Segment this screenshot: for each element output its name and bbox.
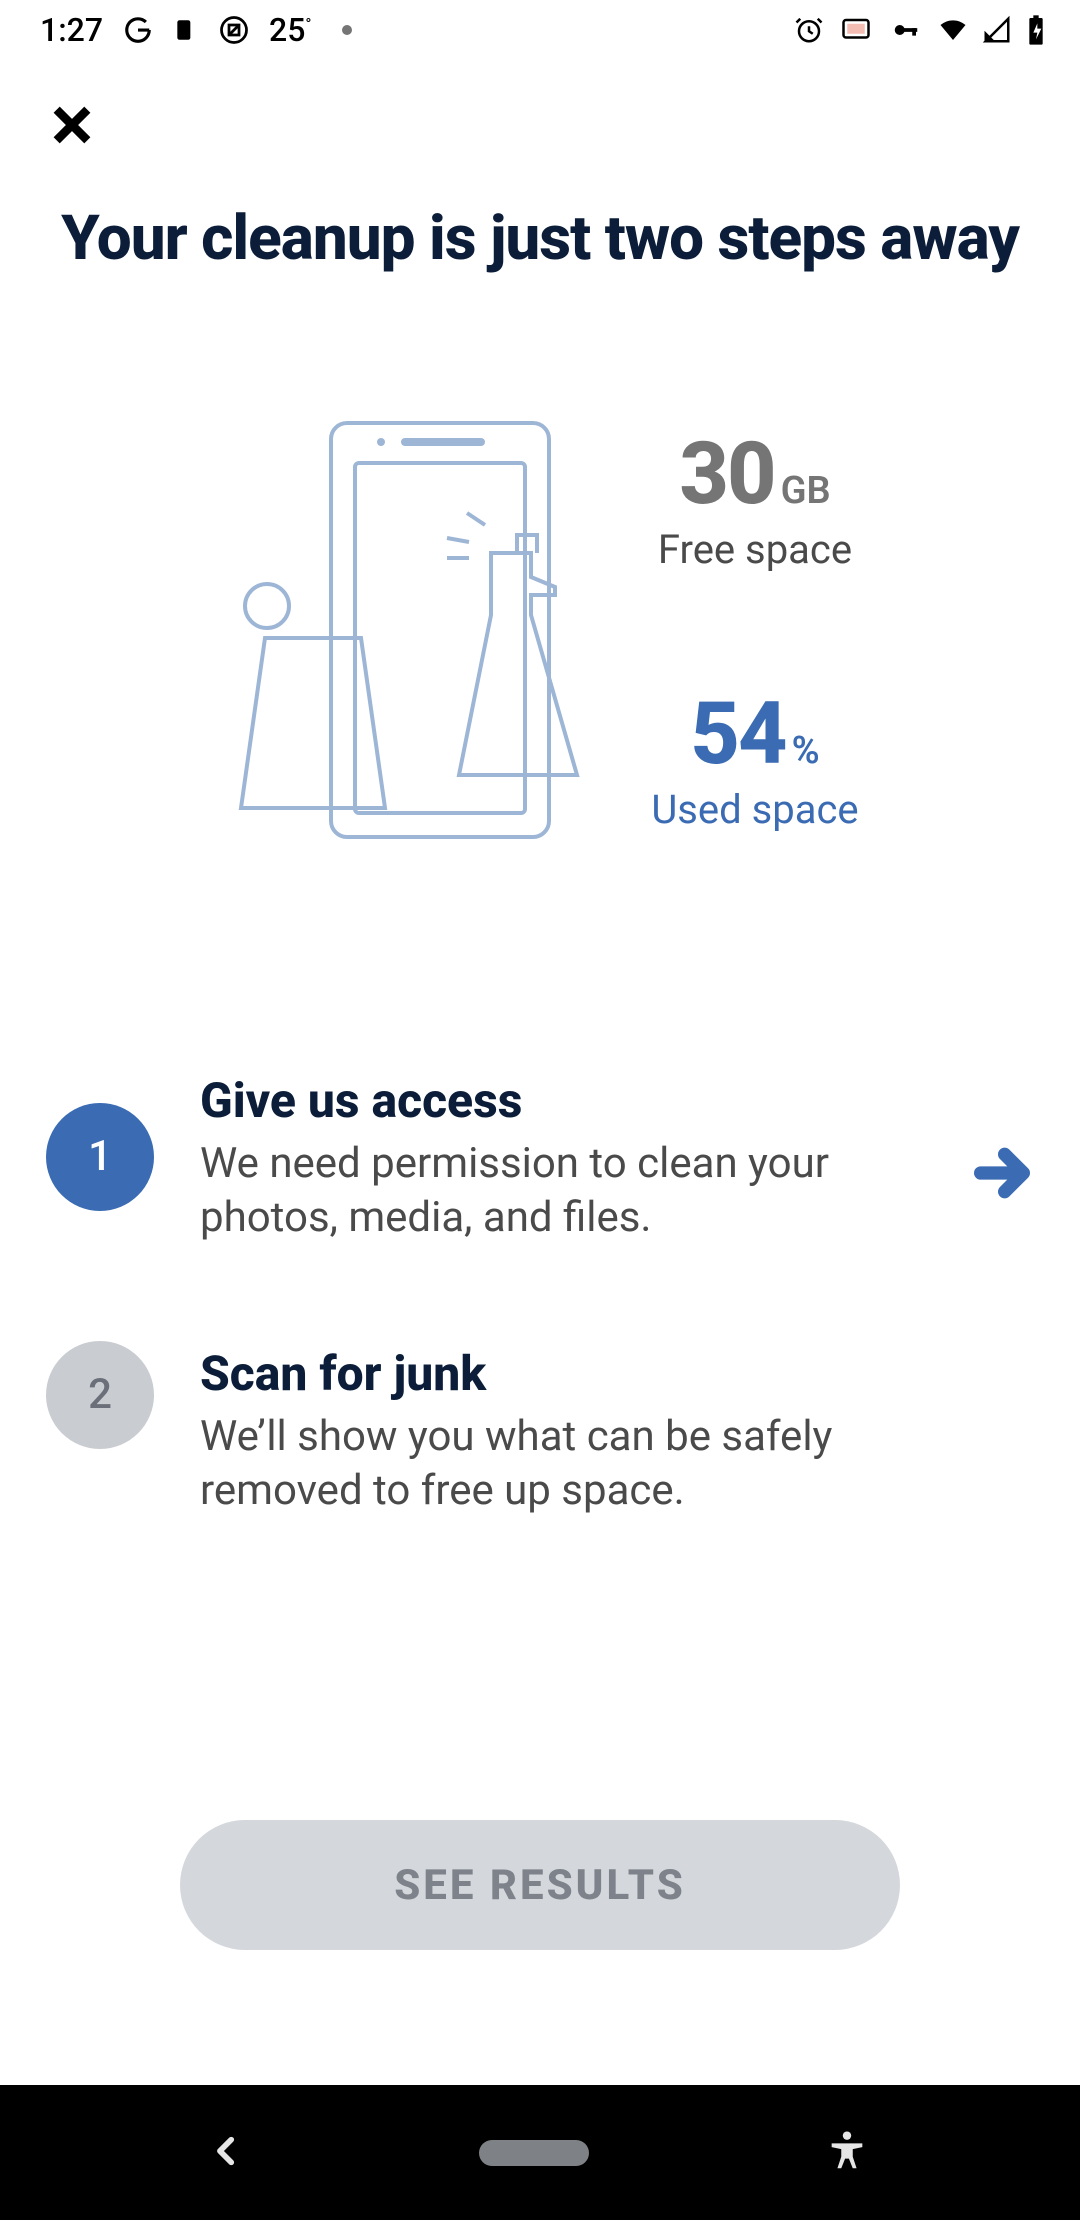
step-give-access[interactable]: 1 Give us access We need permission to c…: [46, 1068, 1034, 1246]
nav-back-button[interactable]: [210, 2134, 244, 2172]
screen: 1:27 25°: [0, 0, 1080, 2220]
phone-cleanup-illustration: [221, 408, 581, 848]
used-space-label: Used space: [651, 786, 858, 833]
status-clock: 1:27: [40, 11, 103, 49]
nav-accessibility-button[interactable]: [824, 2128, 870, 2178]
android-status-bar: 1:27 25°: [0, 0, 1080, 60]
alarm-icon: [794, 15, 824, 45]
google-icon: [123, 15, 153, 45]
close-button[interactable]: [44, 97, 100, 153]
nav-home-pill[interactable]: [479, 2140, 589, 2166]
step-desc-2: We’ll show you what can be safely remove…: [200, 1410, 920, 1519]
used-space-value: 54: [690, 683, 785, 784]
arrow-right-icon: [970, 1141, 1034, 1205]
android-nav-bar: [0, 2085, 1080, 2220]
battery-charging-icon: [1026, 14, 1046, 46]
stats-column: 30GB Free space 54% Used space: [651, 423, 858, 833]
top-bar: [0, 60, 1080, 190]
step-title-1: Give us access: [200, 1072, 914, 1129]
cast-icon: [838, 15, 874, 45]
step-badge-2: 2: [46, 1341, 154, 1449]
status-temperature: 25°: [269, 11, 312, 49]
stats-area: 30GB Free space 54% Used space: [0, 408, 1080, 848]
used-space-stat: 54% Used space: [651, 683, 858, 833]
free-space-value-row: 30GB: [658, 423, 852, 524]
see-results-button[interactable]: SEE RESULTS: [180, 1820, 900, 1950]
step-badge-1: 1: [46, 1103, 154, 1211]
used-space-value-row: 54%: [651, 683, 858, 784]
temperature-value: 25: [269, 11, 305, 49]
status-dot-icon: [342, 25, 352, 35]
free-space-unit: GB: [781, 469, 831, 513]
cell-signal-icon: [982, 15, 1012, 45]
free-space-label: Free space: [658, 526, 852, 573]
status-left: 1:27 25°: [40, 11, 352, 49]
accessibility-icon: [824, 2128, 870, 2174]
used-space-unit: %: [792, 729, 820, 773]
step-text-1: Give us access We need permission to cle…: [200, 1068, 914, 1246]
vpn-key-icon: [888, 15, 924, 45]
wifi-icon: [938, 15, 968, 45]
close-icon: [49, 102, 95, 148]
step-scan-for-junk: 2 Scan for junk We’ll show you what can …: [46, 1341, 1034, 1519]
status-right: [794, 14, 1046, 46]
steps-list: 1 Give us access We need permission to c…: [0, 1068, 1080, 1519]
app-icon: [173, 15, 199, 45]
screenshot-icon: [219, 15, 249, 45]
step-text-2: Scan for junk We’ll show you what can be…: [200, 1341, 1034, 1519]
free-space-value: 30: [679, 423, 774, 524]
cta-wrap: SEE RESULTS: [0, 1820, 1080, 1950]
step-desc-1: We need permission to clean your photos,…: [200, 1137, 914, 1246]
step-title-2: Scan for junk: [200, 1345, 1034, 1402]
chevron-left-icon: [210, 2134, 244, 2168]
page-title: Your cleanup is just two steps away: [0, 200, 1080, 278]
temperature-unit: °: [305, 14, 311, 33]
free-space-stat: 30GB Free space: [658, 423, 852, 573]
